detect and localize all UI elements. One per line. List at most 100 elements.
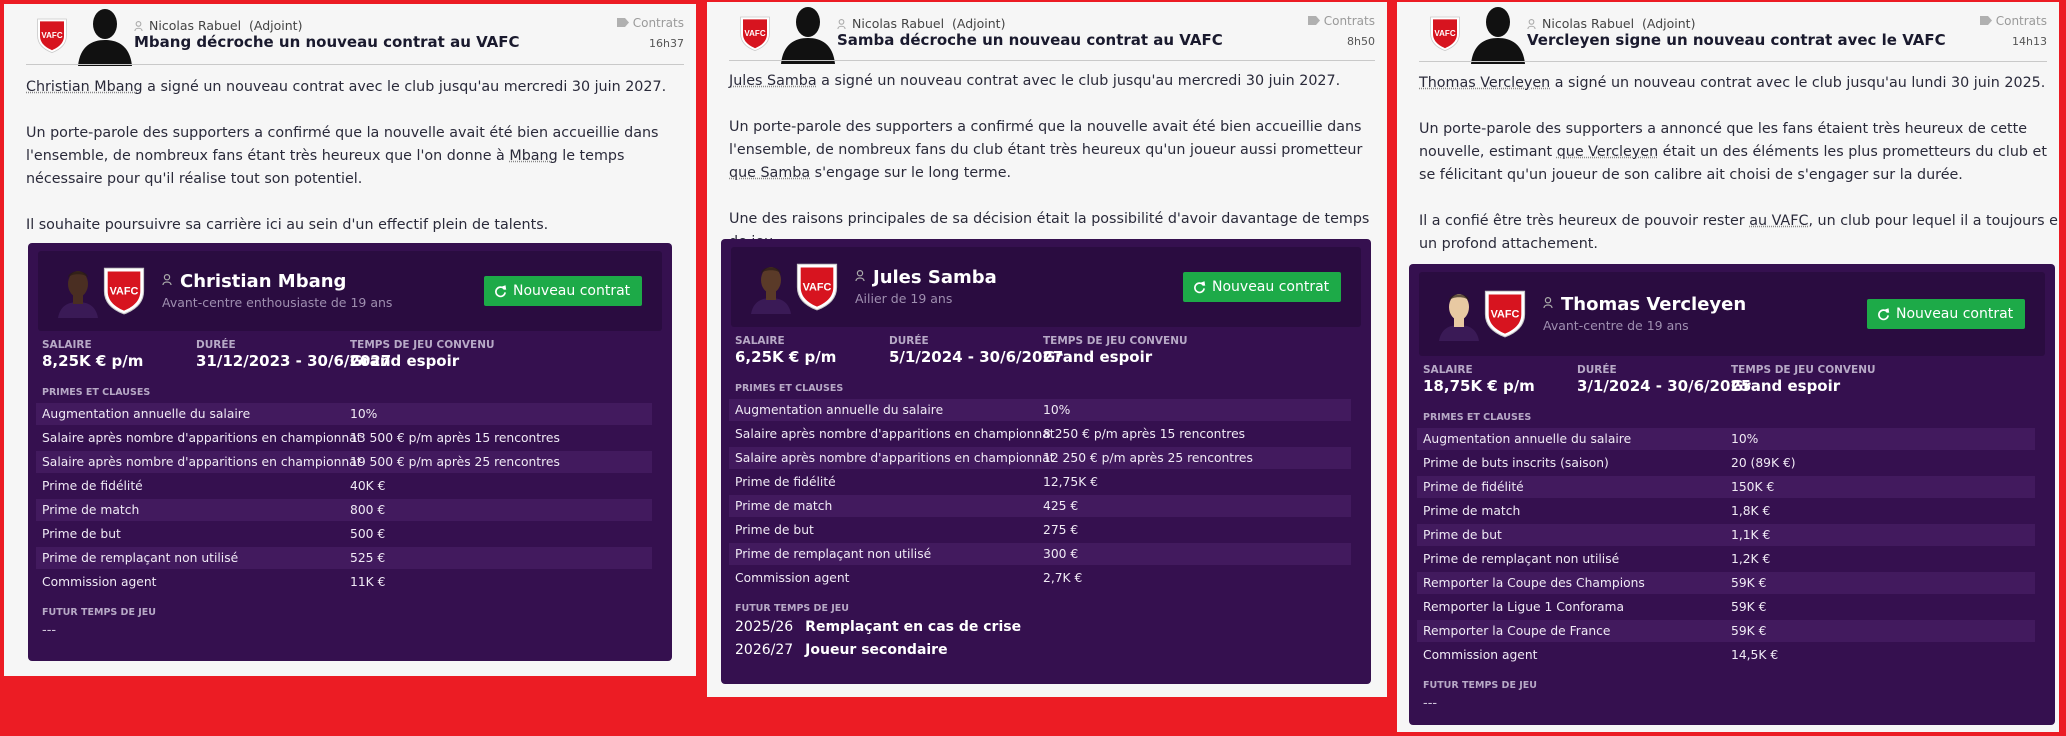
playtime-label: TEMPS DE JEU CONVENU [1731,364,1876,376]
future-playtime-label: FUTUR TEMPS DE JEU [42,607,156,618]
author-name[interactable]: Nicolas Rabuel [149,18,241,33]
paragraph-text: a signé un nouveau contrat avec le club … [142,79,667,95]
clause-name: Prime de fidélité [42,479,143,493]
new-contract-button[interactable]: Nouveau contrat [1867,299,2025,329]
player-name[interactable]: Jules Samba [855,267,997,288]
player-name[interactable]: Christian Mbang [162,271,346,292]
article-category[interactable]: Contrats [1307,14,1375,28]
future-row: 2025/26 Remplaçant en cas de crise [735,619,1021,635]
club-crest-icon: VAFC [1429,14,1461,52]
clause-name: Salaire après nombre d'apparitions en ch… [735,451,1055,465]
clause-name: Remporter la Ligue 1 Conforama [1423,600,1625,614]
article-author: Nicolas Rabuel (Adjoint) [837,16,1005,31]
tag-icon [1307,14,1320,28]
table-row: Commission agent 11K € [36,571,652,593]
table-row: Prime de fidélité 40K € [36,475,652,497]
new-contract-button[interactable]: Nouveau contrat [484,276,642,306]
header-divider [729,60,1375,61]
staff-silhouette-icon [1467,2,1529,64]
clause-name: Augmentation annuelle du salaire [735,403,944,417]
refresh-icon [1877,307,1896,321]
refresh-icon [494,284,513,298]
article-title: Vercleyen signe un nouveau contrat avec … [1527,31,1946,49]
player-header: VAFC Jules Samba Ailier de 19 ans Nouveau c… [731,247,1361,327]
article-paragraph: Un porte-parole des supporters a annoncé… [1419,118,2059,187]
player-face-icon[interactable] [1439,285,1479,341]
clause-name: Augmentation annuelle du salaire [42,407,251,421]
clause-value: 20 (89K €) [1731,456,1796,470]
clause-value: 2,7K € [1043,571,1083,585]
clause-value: 10% [350,407,378,421]
table-row: Commission agent 2,7K € [729,567,1351,589]
tag-icon [616,16,629,30]
future-season: 2025/26 [735,619,794,635]
club-crest-icon: VAFC [1483,288,1527,338]
table-row: Prime de match 425 € [729,495,1351,517]
svg-text:VAFC: VAFC [803,281,832,293]
table-row: Prime de match 1,8K € [1417,500,2035,522]
salary-value: 6,25K € p/m [735,348,837,366]
player-name[interactable]: Thomas Vercleyen [1543,294,1746,315]
salary-label: SALAIRE [735,335,785,347]
player-name-label: Jules Samba [873,267,997,288]
clause-name: Augmentation annuelle du salaire [1423,432,1632,446]
paragraph-text: Il souhaite poursuivre sa carrière ici a… [26,217,549,233]
clause-name: Prime de remplaçant non utilisé [735,547,932,561]
author-name[interactable]: Nicolas Rabuel [852,16,944,31]
playtime-label: TEMPS DE JEU CONVENU [1043,335,1188,347]
author-role: (Adjoint) [249,18,303,33]
salary-label: SALAIRE [1423,364,1473,376]
article-category[interactable]: Contrats [616,16,684,30]
person-icon [1543,292,1553,309]
clause-value: 525 € [350,551,386,565]
paragraph-text: s'engage sur le long terme. [810,165,1012,181]
clause-name: Prime de remplaçant non utilisé [1423,552,1620,566]
clause-value: 40K € [350,479,386,493]
entity-link[interactable]: Jules Samba [729,73,817,89]
clause-value: 11K € [350,575,386,589]
clause-name: Prime de match [735,499,833,513]
article-category[interactable]: Contrats [1979,14,2047,28]
paragraph-text: Il a confié être très heureux de pouvoir… [1419,213,1750,229]
clause-name: Commission agent [1423,648,1538,662]
entity-link[interactable]: que Samba [729,165,810,181]
clause-value: 10% [1043,403,1071,417]
person-icon [134,19,143,32]
future-playtime-empty: --- [42,623,57,638]
player-face-icon[interactable] [751,258,791,314]
staff-silhouette-icon [74,4,136,66]
clause-name: Prime de but [735,523,814,537]
clause-value: 275 € [1043,523,1079,537]
future-playtime-label: FUTUR TEMPS DE JEU [1423,680,1537,691]
author-role: (Adjoint) [1642,16,1696,31]
salary-label: SALAIRE [42,339,92,351]
paragraph-text: Un porte-parole des supporters a confirm… [729,119,1363,158]
clause-value: 425 € [1043,499,1079,513]
player-name-label: Christian Mbang [180,271,347,292]
bonuses-label: PRIMES ET CLAUSES [735,383,844,394]
table-row: Salaire après nombre d'apparitions en ch… [729,447,1351,469]
duration-label: DURÉE [1577,364,1617,376]
clause-value: 12 250 € p/m après 25 rencontres [1043,451,1253,465]
clause-value: 59K € [1731,600,1767,614]
clause-name: Commission agent [735,571,850,585]
entity-link[interactable]: Thomas Vercleyen [1419,75,1550,91]
player-header: VAFC Thomas Vercleyen Avant-centre de 19 a… [1419,272,2045,356]
article-title: Samba décroche un nouveau contrat au VAF… [837,31,1223,49]
entity-link[interactable]: Christian Mbang [26,79,143,95]
article-author: Nicolas Rabuel (Adjoint) [134,18,302,33]
author-name[interactable]: Nicolas Rabuel [1542,16,1634,31]
clause-name: Prime de buts inscrits (saison) [1423,456,1609,470]
entity-link[interactable]: que Vercleyen [1557,144,1658,160]
future-playtime-empty: --- [1423,696,1438,711]
entity-link[interactable]: Mbang [509,148,557,164]
clause-name: Remporter la Coupe des Champions [1423,576,1645,590]
table-row: Augmentation annuelle du salaire 10% [36,403,652,425]
future-role: Joueur secondaire [805,642,948,658]
article-paragraph: Il souhaite poursuivre sa carrière ici a… [26,214,688,237]
table-row: Prime de but 1,1K € [1417,524,2035,546]
new-contract-button[interactable]: Nouveau contrat [1183,272,1341,302]
duration-value: 5/1/2024 - 30/6/2027 [889,348,1064,366]
entity-link[interactable]: au VAFC [1749,213,1808,229]
player-face-icon[interactable] [58,262,98,318]
